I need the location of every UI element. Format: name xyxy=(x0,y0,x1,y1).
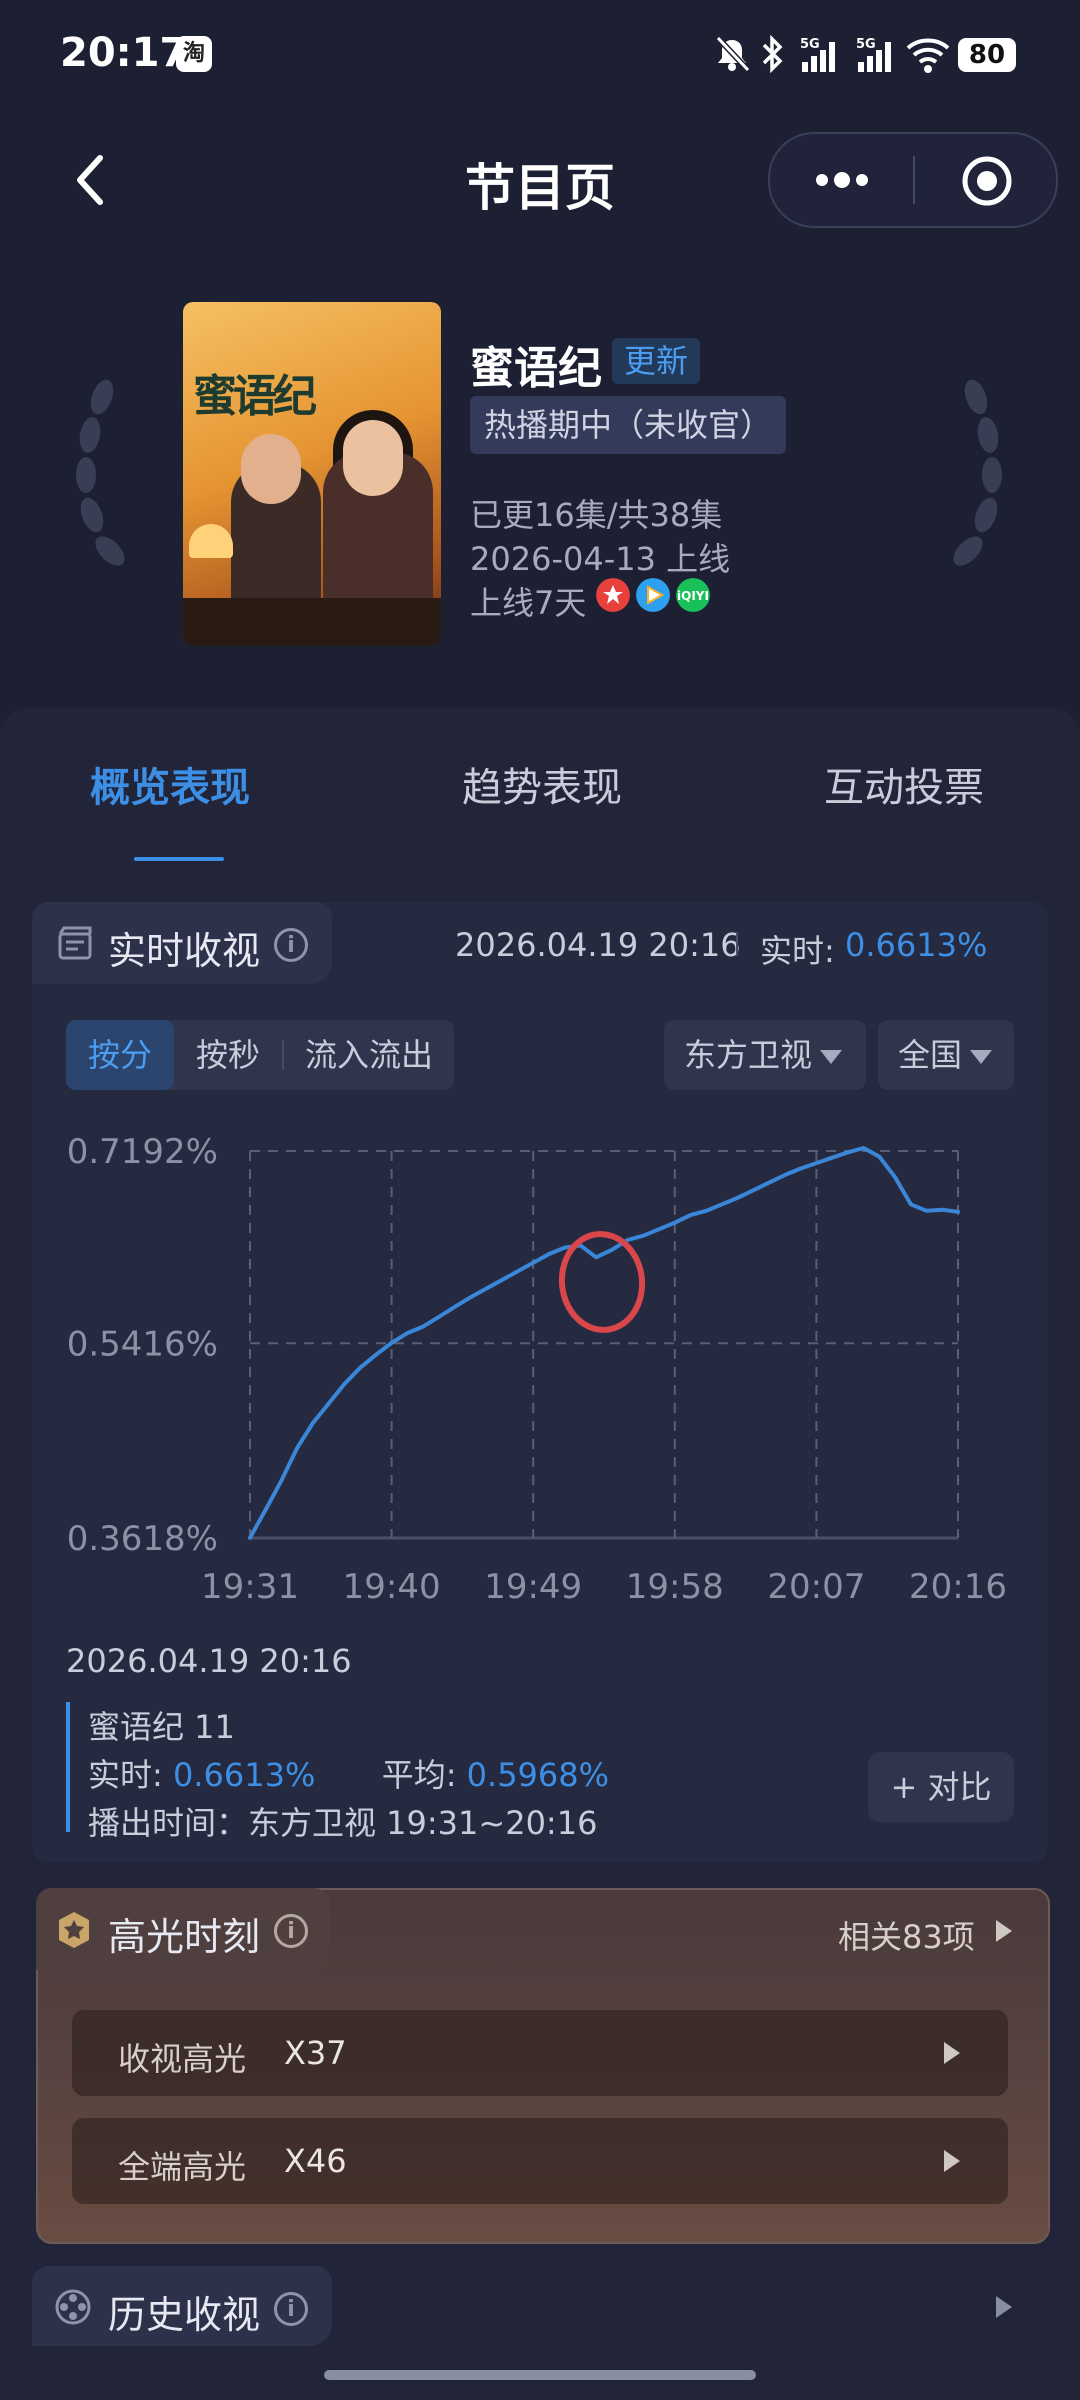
history-title: 历史收视 xyxy=(108,2293,261,2337)
info-icon[interactable]: i xyxy=(274,928,308,962)
info-icon[interactable]: i xyxy=(274,2292,308,2326)
region-value: 全国 xyxy=(898,1036,963,1074)
x-tick-label: 19:40 xyxy=(343,1567,441,1607)
divider xyxy=(736,932,738,956)
tooltip-realtime: 实时: 0.6613% 平均: 0.5968% xyxy=(88,1750,609,1796)
laurel-left-icon xyxy=(76,379,125,566)
region-dropdown[interactable]: 全国 xyxy=(878,1020,1014,1090)
info-icon[interactable]: i xyxy=(274,1914,308,1948)
active-tab-indicator xyxy=(134,857,224,861)
mango-tv-icon xyxy=(596,578,630,612)
target-icon[interactable] xyxy=(960,154,1014,208)
tencent-video-icon xyxy=(636,578,670,612)
x-tick-label: 19:31 xyxy=(201,1567,299,1607)
chevron-right-icon xyxy=(996,1920,1012,1942)
tab-vote[interactable]: 互动投票 xyxy=(824,755,984,813)
release-date: 2026-04-13 上线 xyxy=(470,540,731,578)
tooltip-accent-bar xyxy=(66,1702,70,1832)
tooltip-airtime: 播出时间：东方卫视 19:31~20:16 xyxy=(88,1804,598,1842)
tab-overview[interactable]: 概览表现 xyxy=(90,755,250,813)
tooltip-rt-value: 0.6613% xyxy=(172,1756,316,1794)
svg-text:5G: 5G xyxy=(800,37,820,52)
back-icon[interactable] xyxy=(70,150,110,210)
play-icon xyxy=(944,2150,960,2172)
tooltip-avg-label: 平均: xyxy=(381,1756,457,1794)
home-indicator[interactable] xyxy=(324,2370,756,2380)
channel-dropdown[interactable]: 东方卫视 xyxy=(664,1020,866,1090)
highlight-label: 全端高光 xyxy=(118,2148,247,2186)
iqiyi-icon: iQIYI xyxy=(676,578,710,612)
y-tick-label: 0.5416% xyxy=(67,1324,218,1364)
poster-title: 蜜语纪 xyxy=(193,371,317,422)
mute-icon xyxy=(715,35,751,73)
highlight-row-all-platform[interactable]: 全端高光 X46 xyxy=(72,2118,1008,2204)
tooltip-rt-label: 实时: xyxy=(88,1756,163,1794)
segment-flow[interactable]: 流入流出 xyxy=(284,1020,454,1090)
signal-5g-icon: 5G xyxy=(800,37,835,72)
battery-indicator: 80 xyxy=(958,38,1016,72)
chevron-down-icon xyxy=(820,1050,843,1064)
chevron-right-icon[interactable] xyxy=(996,2296,1012,2318)
more-icon[interactable] xyxy=(810,164,874,196)
signal-5g-icon-2: 5G xyxy=(856,37,891,72)
highlights-related-link[interactable]: 相关83项 xyxy=(838,1912,975,1958)
update-badge: 更新 xyxy=(612,338,701,384)
x-tick-label: 19:49 xyxy=(484,1567,582,1607)
film-reel-icon xyxy=(55,2289,91,2325)
compare-button[interactable]: + 对比 xyxy=(868,1752,1014,1822)
highlight-value: X46 xyxy=(284,2142,347,2180)
tooltip-episode: 蜜语纪 11 xyxy=(88,1708,235,1746)
x-tick-label: 20:07 xyxy=(767,1567,865,1607)
laurel-right-icon xyxy=(953,379,1002,566)
days-online: 上线7天 xyxy=(470,584,587,622)
taobao-notification-icon: 淘 xyxy=(176,36,212,72)
play-icon xyxy=(944,2042,960,2064)
channel-value: 东方卫视 xyxy=(684,1036,813,1074)
x-tick-label: 20:16 xyxy=(909,1567,1007,1607)
tooltip-avg-value: 0.5968% xyxy=(466,1756,610,1794)
chevron-down-icon xyxy=(970,1050,993,1064)
realtime-title: 实时收视 xyxy=(108,929,261,973)
status-time: 20:17 xyxy=(60,30,188,76)
realtime-value: 0.6613% xyxy=(845,926,988,964)
tab-trend[interactable]: 趋势表现 xyxy=(462,755,622,813)
episode-count: 已更16集/共38集 xyxy=(470,496,723,534)
page-title: 节目页 xyxy=(465,159,615,217)
highlight-row-ratings[interactable]: 收视高光 X37 xyxy=(72,2010,1008,2096)
show-poster[interactable]: 蜜语纪 xyxy=(183,302,441,646)
highlight-value: X37 xyxy=(284,2034,347,2072)
x-tick-label: 19:58 xyxy=(626,1567,724,1607)
star-badge-icon xyxy=(59,1912,89,1948)
clapperboard-icon xyxy=(58,926,92,960)
highlights-title: 高光时刻 xyxy=(108,1915,261,1959)
realtime-label: 实时: xyxy=(760,932,835,970)
show-title: 蜜语纪 xyxy=(470,343,602,394)
bluetooth-icon xyxy=(762,34,783,74)
status-tag: 热播期中（未收官） xyxy=(470,396,787,454)
mini-program-capsule xyxy=(768,132,1058,228)
realtime-timestamp: 2026.04.19 20:16 xyxy=(455,926,741,964)
svg-text:iQIYI: iQIYI xyxy=(677,589,709,603)
tooltip-date: 2026.04.19 20:16 xyxy=(66,1642,352,1680)
y-tick-label: 0.7192% xyxy=(67,1132,218,1172)
ratings-line-chart[interactable]: 0.7192% 0.5416% 0.3618% 19:31 19:40 19:49 19:… xyxy=(40,1110,1040,1630)
segment-by-minute[interactable]: 按分 xyxy=(66,1020,174,1090)
svg-text:5G: 5G xyxy=(856,37,876,52)
highlight-label: 收视高光 xyxy=(118,2040,247,2078)
segment-by-second[interactable]: 按秒 xyxy=(174,1020,282,1090)
wifi-icon xyxy=(906,38,950,73)
y-tick-label: 0.3618% xyxy=(67,1519,218,1559)
